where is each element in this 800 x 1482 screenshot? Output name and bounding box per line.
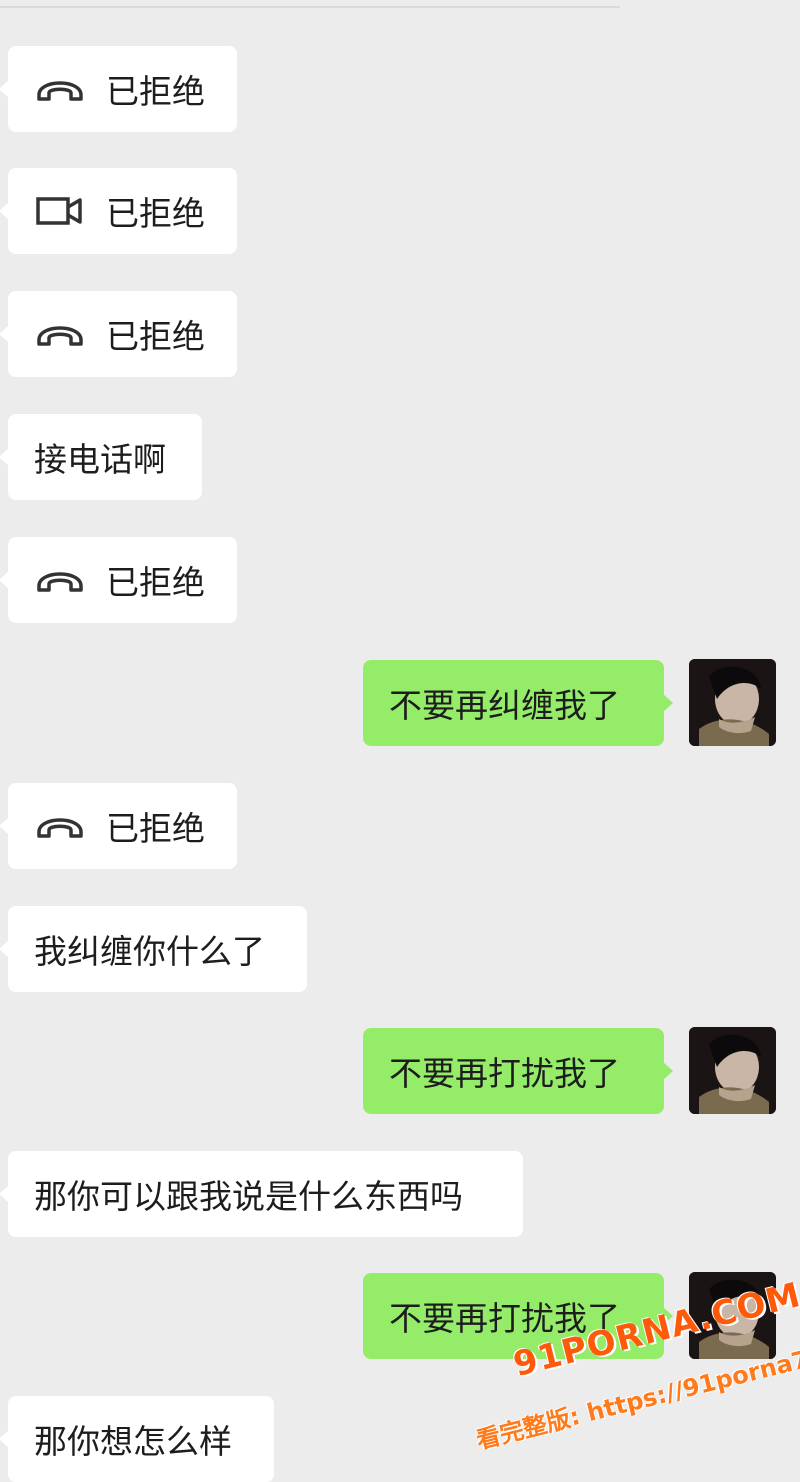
message-text: 我纠缠你什么了	[34, 932, 265, 971]
avatar-photo	[689, 1027, 776, 1114]
call-status-label: 已拒绝	[106, 809, 205, 848]
avatar-photo	[689, 659, 776, 746]
call-status-label: 已拒绝	[106, 194, 205, 233]
call-record-bubble[interactable]: 已拒绝	[0, 46, 237, 132]
call-record-bubble[interactable]: 已拒绝	[0, 291, 237, 377]
message-text: 不要再打扰我了	[389, 1054, 620, 1093]
call-status-label: 已拒绝	[106, 317, 205, 356]
message-text: 不要再打扰我了	[389, 1299, 620, 1338]
avatar[interactable]	[689, 1027, 776, 1114]
incoming-message-bubble[interactable]: 我纠缠你什么了	[0, 906, 307, 992]
call-record-bubble[interactable]: 已拒绝	[0, 537, 237, 623]
call-record-bubble[interactable]: 已拒绝	[0, 783, 237, 869]
message-text: 那你想怎么样	[34, 1422, 232, 1461]
phone-hangup-icon	[37, 81, 83, 101]
message-text: 不要再纠缠我了	[389, 686, 620, 725]
incoming-message-bubble[interactable]: 那你想怎么样	[0, 1396, 274, 1482]
call-status-label: 已拒绝	[106, 72, 205, 111]
phone-hangup-icon	[37, 326, 83, 346]
phone-hangup-icon	[37, 572, 83, 592]
avatar-photo	[689, 1272, 776, 1359]
outgoing-message-bubble[interactable]: 不要再打扰我了	[363, 1028, 673, 1114]
avatar[interactable]	[689, 659, 776, 746]
call-record-bubble[interactable]: 已拒绝	[0, 168, 237, 254]
message-text: 接电话啊	[34, 440, 166, 479]
phone-hangup-icon	[37, 818, 83, 838]
avatar[interactable]	[689, 1272, 776, 1359]
incoming-message-bubble[interactable]: 那你可以跟我说是什么东西吗	[0, 1151, 523, 1237]
outgoing-message-bubble[interactable]: 不要再纠缠我了	[363, 660, 673, 746]
outgoing-message-bubble[interactable]: 不要再打扰我了	[363, 1273, 673, 1359]
incoming-message-bubble[interactable]: 接电话啊	[0, 414, 202, 500]
video-camera-icon	[36, 197, 82, 225]
call-status-label: 已拒绝	[106, 563, 205, 602]
message-text: 那你可以跟我说是什么东西吗	[34, 1177, 463, 1216]
top-divider	[0, 6, 620, 8]
